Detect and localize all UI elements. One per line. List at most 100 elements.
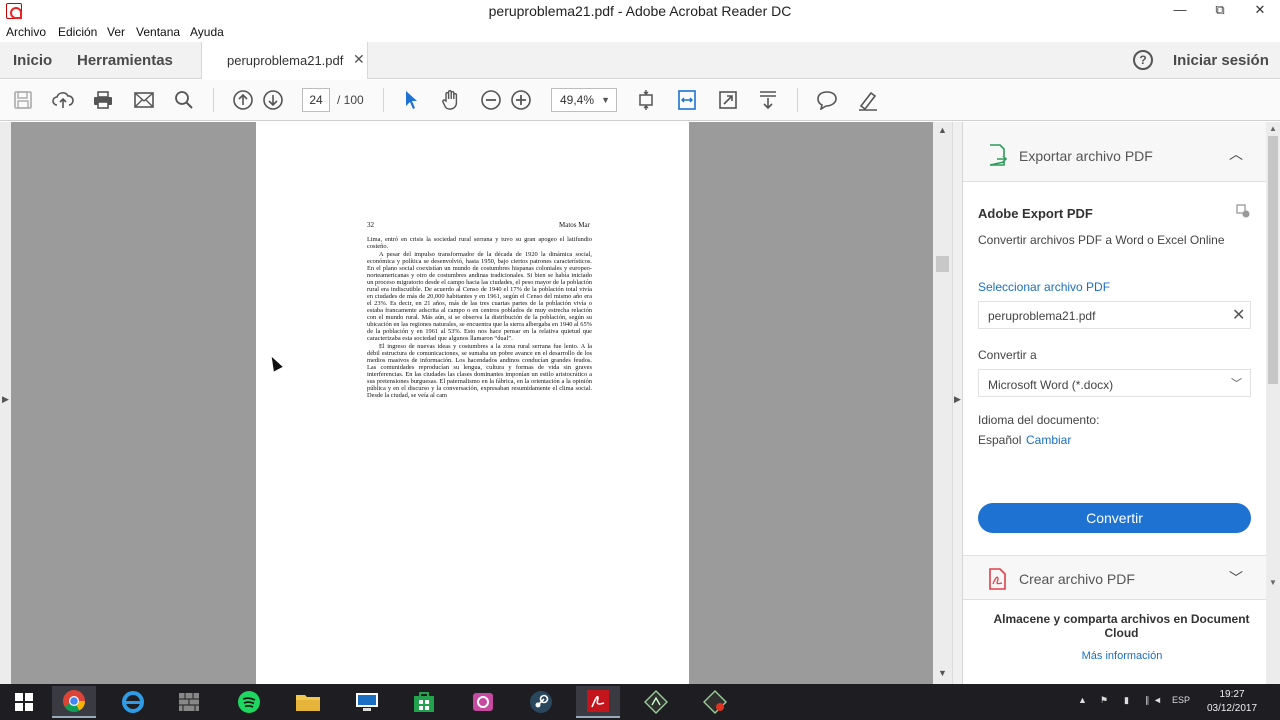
previous-page-icon[interactable] [230, 87, 256, 113]
print-icon[interactable] [90, 87, 116, 113]
tray-expand-icon[interactable]: ▲ [1078, 695, 1087, 705]
adobe-export-title: Adobe Export PDF [978, 206, 1093, 221]
volume-icon[interactable]: ◄ [1153, 695, 1162, 705]
comment-icon[interactable] [814, 87, 840, 113]
signin-button[interactable]: Iniciar sesión [1173, 52, 1269, 69]
chevron-down-icon: ▼ [601, 95, 610, 105]
chevron-right-icon: ▶ [2, 394, 9, 404]
panel-scrollbar[interactable]: ▲ ▼ [1266, 122, 1280, 684]
select-cursor-icon[interactable] [398, 87, 424, 113]
scroll-mode-icon[interactable] [755, 87, 781, 113]
create-pdf-header[interactable]: Crear archivo PDF ﹀ [963, 555, 1267, 600]
chevron-up-icon[interactable]: ︿ [1229, 144, 1243, 164]
scroll-up-icon[interactable]: ▲ [938, 125, 947, 135]
selected-file-value: peruproblema21.pdf [988, 309, 1096, 323]
windows-start-icon[interactable] [2, 686, 46, 718]
search-icon[interactable] [171, 87, 197, 113]
clock[interactable]: 19:27 03/12/2017 [1206, 688, 1258, 716]
export-pdf-panel: Exportar archivo PDF ︿ Adobe Export PDF … [962, 122, 1267, 684]
document-scrollbar[interactable]: ▲ ▼ [933, 122, 952, 684]
format-select[interactable]: Microsoft Word (*.docx) ﹀ [978, 369, 1251, 397]
fullscreen-icon[interactable] [715, 87, 741, 113]
change-language-link[interactable]: Cambiar [1026, 433, 1071, 447]
monitor-app-icon[interactable] [345, 686, 389, 718]
document-cloud-promo: Almacene y comparta archivos en Document… [993, 612, 1250, 640]
zoom-level-value: 49,4% [560, 93, 595, 107]
toolbar-divider [797, 88, 798, 112]
paragraph: El ingreso de nuevas ideas y costumbres … [367, 343, 592, 399]
taskbar: ▲ ⚑ ▮ ∥ ◄ ESP 19:27 03/12/2017 [0, 684, 1280, 720]
scroll-up-icon[interactable]: ▲ [1269, 124, 1277, 133]
left-panel-toggle[interactable]: ▶ [0, 122, 11, 684]
firewall-app-icon[interactable] [167, 686, 211, 718]
spotify-icon[interactable] [227, 686, 271, 718]
close-window-button[interactable]: ✕ [1240, 0, 1280, 22]
tab-tools[interactable]: Herramientas [77, 52, 173, 69]
maximize-button[interactable]: ⧉ [1200, 0, 1240, 22]
hand-tool-icon[interactable] [438, 87, 464, 113]
toolbar-divider [213, 88, 214, 112]
minimize-button[interactable]: — [1160, 0, 1200, 22]
toolbar-divider [383, 88, 384, 112]
menu-ventana[interactable]: Ventana [136, 25, 180, 39]
selected-file-field[interactable]: peruproblema21.pdf ✕ [978, 301, 1251, 329]
create-pdf-icon [988, 568, 1008, 595]
upload-cloud-icon[interactable] [50, 87, 76, 113]
window-title: peruproblema21.pdf - Adobe Acrobat Reade… [488, 3, 792, 19]
steam-icon[interactable] [519, 686, 563, 718]
export-pdf-icon [988, 144, 1008, 171]
menu-ayuda[interactable]: Ayuda [190, 25, 224, 39]
panel-scrollbar-thumb[interactable] [1268, 136, 1278, 384]
zoom-level-select[interactable]: 49,4% ▼ [551, 88, 617, 112]
scroll-down-icon[interactable]: ▼ [1269, 578, 1277, 587]
game-app-icon[interactable] [634, 686, 678, 718]
chevron-down-icon[interactable]: ﹀ [1229, 568, 1243, 588]
menu-bar: Archivo Edición Ver Ventana Ayuda [0, 22, 1280, 42]
help-icon[interactable]: ? [1133, 50, 1153, 70]
convert-button[interactable]: Convertir [978, 503, 1251, 533]
clock-date: 03/12/2017 [1206, 703, 1258, 714]
select-file-link[interactable]: Seleccionar archivo PDF [978, 280, 1110, 294]
email-icon[interactable] [131, 87, 157, 113]
zoom-in-icon[interactable] [508, 87, 534, 113]
battery-icon[interactable]: ▮ [1124, 695, 1129, 706]
language-indicator[interactable]: ESP [1172, 695, 1190, 705]
flag-icon[interactable]: ⚑ [1100, 695, 1108, 706]
right-panel-toggle[interactable]: ▶ [952, 122, 962, 684]
tab-home[interactable]: Inicio [13, 52, 52, 69]
game-app-2-icon[interactable] [693, 686, 737, 718]
scroll-down-icon[interactable]: ▼ [938, 668, 947, 678]
page-number-input[interactable]: 24 [302, 88, 330, 112]
acrobat-reader-icon[interactable] [576, 686, 620, 718]
toolbar: 24 / 100 49,4% ▼ [0, 80, 1280, 121]
internet-explorer-icon[interactable] [111, 686, 155, 718]
wifi-icon[interactable]: ∥ [1145, 695, 1150, 706]
highlight-pen-icon[interactable] [855, 87, 881, 113]
fit-width-icon[interactable] [674, 87, 700, 113]
language-label: Idioma del documento: [978, 413, 1100, 427]
save-icon[interactable] [10, 87, 36, 113]
zoom-out-icon[interactable] [478, 87, 504, 113]
menu-ver[interactable]: Ver [107, 25, 125, 39]
file-explorer-icon[interactable] [286, 686, 330, 718]
export-info-icon[interactable] [1236, 204, 1250, 218]
scrollbar-thumb[interactable] [936, 256, 949, 272]
menu-edicion[interactable]: Edición [58, 25, 97, 39]
close-tab-icon[interactable]: ✕ [353, 51, 365, 68]
chrome-icon[interactable] [52, 686, 96, 718]
page-fit-icon[interactable] [633, 87, 659, 113]
document-viewer[interactable]: ▶ 32 Matos Mar Lima, entró en crisis la … [0, 122, 952, 684]
menu-archivo[interactable]: Archivo [6, 25, 46, 39]
clear-file-icon[interactable]: ✕ [1232, 305, 1245, 325]
more-info-link[interactable]: Más información [963, 650, 1280, 662]
tab-document[interactable]: peruproblema21.pdf ✕ [201, 42, 368, 79]
adobe-export-description: Convertir archivos PDF a Word o Excel On… [978, 233, 1225, 247]
create-pdf-title: Crear archivo PDF [1019, 571, 1135, 587]
export-pdf-header[interactable]: Exportar archivo PDF ︿ [963, 122, 1267, 182]
next-page-icon[interactable] [260, 87, 286, 113]
store-icon[interactable] [402, 686, 446, 718]
camera-app-icon[interactable] [461, 686, 505, 718]
export-pdf-title: Exportar archivo PDF [1019, 148, 1153, 164]
page-author-header: Matos Mar [559, 221, 590, 229]
chevron-right-icon: ▶ [954, 394, 961, 404]
